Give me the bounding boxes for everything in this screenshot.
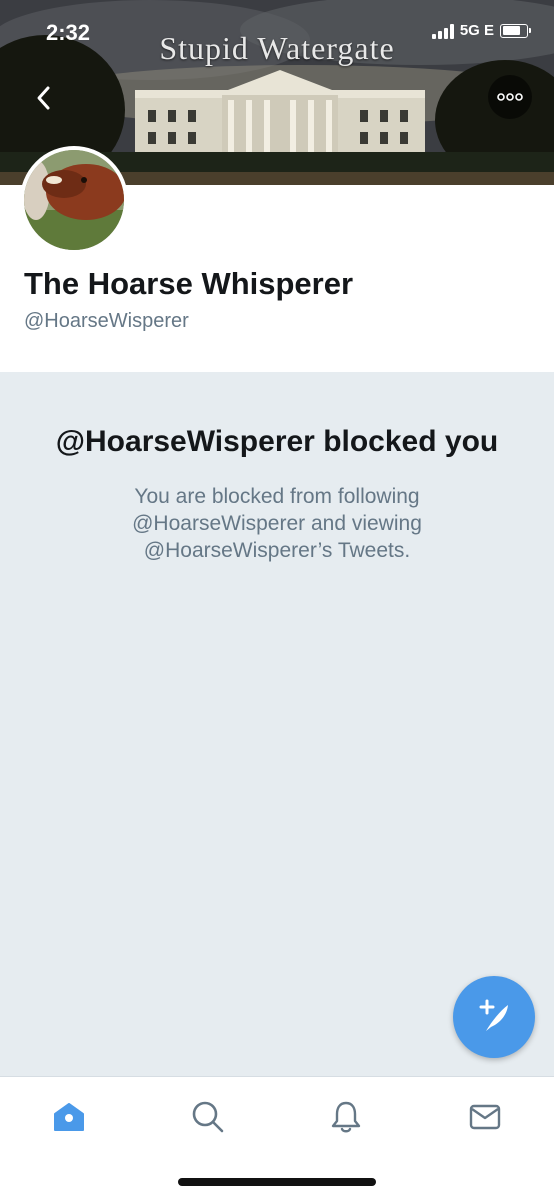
mail-icon xyxy=(469,1104,501,1130)
blocked-description: You are blocked from following @HoarseWi… xyxy=(132,485,422,562)
home-indicator xyxy=(178,1178,376,1186)
battery-icon xyxy=(500,23,531,38)
display-name: The Hoarse Whisperer xyxy=(24,266,354,301)
tab-search[interactable] xyxy=(188,1097,228,1137)
avatar[interactable] xyxy=(20,146,128,254)
handle: @HoarseWisperer xyxy=(24,310,189,332)
more-button[interactable] xyxy=(488,75,532,119)
chevron-left-icon xyxy=(37,86,50,110)
blocked-title: @HoarseWisperer blocked you xyxy=(55,425,499,458)
tab-notifications[interactable] xyxy=(326,1097,366,1137)
tab-messages[interactable] xyxy=(465,1097,505,1137)
status-indicators: 5G E xyxy=(431,22,531,39)
compose-tweet-button[interactable] xyxy=(453,976,535,1058)
bell-icon xyxy=(331,1101,361,1133)
blocked-message: @HoarseWisperer blocked you You are bloc… xyxy=(40,422,514,564)
home-icon xyxy=(54,1103,84,1131)
back-button[interactable] xyxy=(22,76,66,120)
more-dots-icon xyxy=(497,93,523,101)
search-icon xyxy=(192,1101,224,1133)
avatar-image xyxy=(24,150,124,250)
compose-tweet-icon xyxy=(479,999,508,1031)
tab-home[interactable] xyxy=(49,1097,89,1137)
network-type: 5G E xyxy=(459,22,494,39)
status-time: 2:32 xyxy=(46,20,91,45)
signal-icon xyxy=(431,23,454,39)
